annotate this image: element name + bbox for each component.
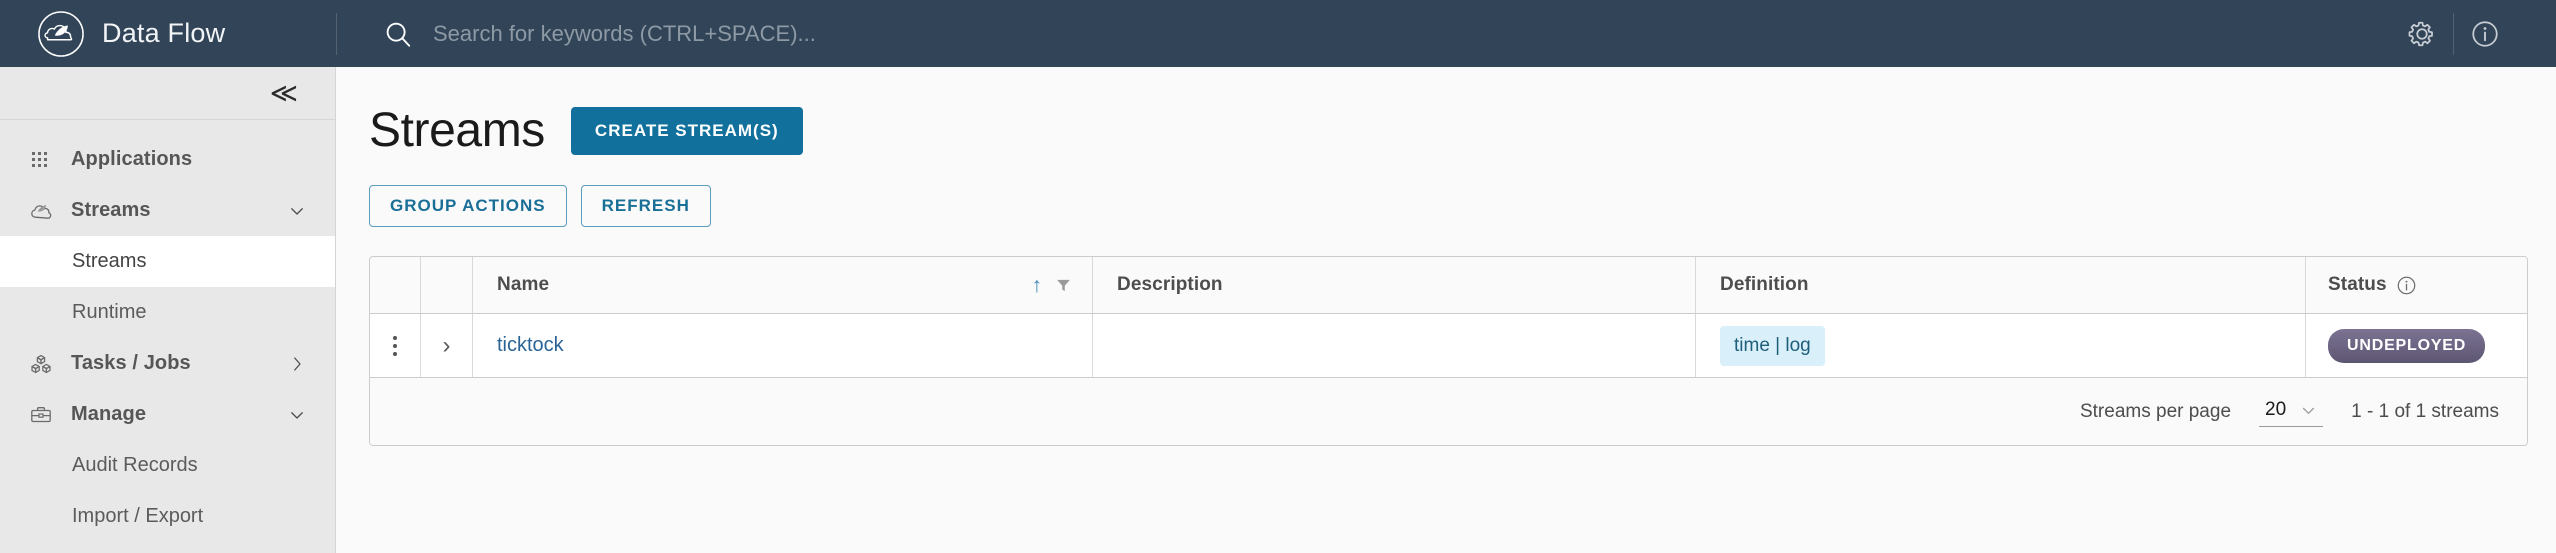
body: ≪ Applications Streams Streams Runtime T… [0,67,2556,553]
streams-table: Name ↑ Description Definition Status › t… [369,256,2528,446]
sidebar-item-streams-list[interactable]: Streams [0,236,335,287]
header-cell-name: Name ↑ [472,257,1092,313]
sidebar-collapse-button[interactable]: ≪ [266,79,302,107]
page-header: Streams CREATE STREAM(S) [369,107,2528,155]
sidebar-item-import-export[interactable]: Import / Export [0,491,335,542]
column-label-description: Description [1117,274,1223,295]
table-footer: Streams per page 20 1 - 1 of 1 streams [370,378,2527,445]
settings-button[interactable] [2391,0,2453,67]
page-title: Streams [369,104,545,157]
row-menu-cell [370,314,420,377]
sidebar-top: ≪ [0,67,335,120]
table-toolbar: GROUP ACTIONS REFRESH [369,185,2528,227]
sort-ascending-icon[interactable]: ↑ [1032,275,1043,296]
brand-title: Data Flow [102,18,226,48]
sidebar-subitem-label: Audit Records [72,454,198,476]
column-label-status: Status [2328,274,2387,295]
sidebar-subitem-label: Runtime [72,301,147,323]
stream-name-link[interactable]: ticktock [497,334,564,357]
app-root: Data Flow Search for keywords (CTRL+SPAC… [0,0,2556,553]
sidebar-subitem-label: Streams [72,250,147,272]
about-button[interactable] [2454,0,2516,67]
table-header-row: Name ↑ Description Definition Status [370,257,2527,314]
sidebar-item-streams[interactable]: Streams [0,185,335,236]
row-expand-cell: › [420,314,472,377]
name-sort-controls: ↑ [1032,275,1093,296]
sidebar-item-manage[interactable]: Manage [0,389,335,440]
info-circle-icon [2472,20,2498,47]
per-page-label: Streams per page [2079,400,2232,422]
table-row[interactable]: › ticktock time | log UNDEPLOYED [370,314,2527,378]
status-badge: UNDEPLOYED [2328,328,2486,363]
spring-cloud-dataflow-logo-icon [38,10,84,57]
chevron-right-icon[interactable]: › [443,333,451,358]
sidebar-item-label: Tasks / Jobs [71,352,191,374]
sidebar-item-label: Applications [71,148,193,170]
group-actions-button[interactable]: GROUP ACTIONS [369,185,567,227]
chevron-down-icon[interactable] [287,201,307,221]
gear-icon [2408,21,2433,46]
sidebar-item-tasks-jobs[interactable]: Tasks / Jobs [0,338,335,389]
stream-definition-chip: time | log [1720,325,1825,366]
header-cell-definition: Definition [1695,257,2305,313]
top-header: Data Flow [0,0,2556,67]
column-label-definition: Definition [1720,274,1809,295]
row-cell-status: UNDEPLOYED [2305,314,2527,377]
chevron-down-icon [2303,407,2315,414]
kebab-menu-icon[interactable] [387,330,403,362]
header-actions [2391,0,2556,67]
briefcase-icon [28,402,54,428]
per-page-value: 20 [2265,399,2287,420]
chevron-down-icon[interactable] [287,405,307,425]
search-icon [386,22,411,47]
create-streams-button[interactable]: CREATE STREAM(S) [570,107,803,155]
cloud-icon [28,198,54,224]
filter-icon[interactable] [1055,277,1072,294]
sidebar-item-label: Streams [71,199,151,221]
sidebar-item-runtime[interactable]: Runtime [0,287,335,338]
row-cell-name: ticktock [472,314,1092,377]
sidebar: ≪ Applications Streams Streams Runtime T… [0,67,336,553]
brand[interactable]: Data Flow [0,0,336,67]
boxes-icon [28,351,54,377]
sidebar-item-label: Manage [71,403,147,425]
grid-dots-icon [28,147,54,173]
header-expand-cell [420,257,472,313]
sidebar-item-applications[interactable]: Applications [0,134,335,185]
search-input[interactable] [433,20,1073,47]
chevron-right-icon[interactable] [287,354,307,374]
info-circle-icon[interactable] [2396,275,2417,296]
sidebar-subitem-label: Import / Export [72,505,204,527]
row-cell-definition: time | log [1695,314,2305,377]
per-page-select[interactable]: 20 [2259,396,2324,427]
sidebar-nav: Applications Streams Streams Runtime Tas… [0,120,335,542]
row-cell-description [1092,314,1695,377]
pagination-count: 1 - 1 of 1 streams [2351,400,2499,422]
header-menu-cell [370,257,420,313]
header-cell-status: Status [2305,257,2527,313]
sidebar-item-audit-records[interactable]: Audit Records [0,440,335,491]
header-cell-description: Description [1092,257,1695,313]
refresh-button[interactable]: REFRESH [580,185,711,227]
column-label-name: Name [497,274,550,295]
global-search[interactable] [337,0,2391,67]
main-content: Streams CREATE STREAM(S) GROUP ACTIONS R… [336,67,2556,553]
